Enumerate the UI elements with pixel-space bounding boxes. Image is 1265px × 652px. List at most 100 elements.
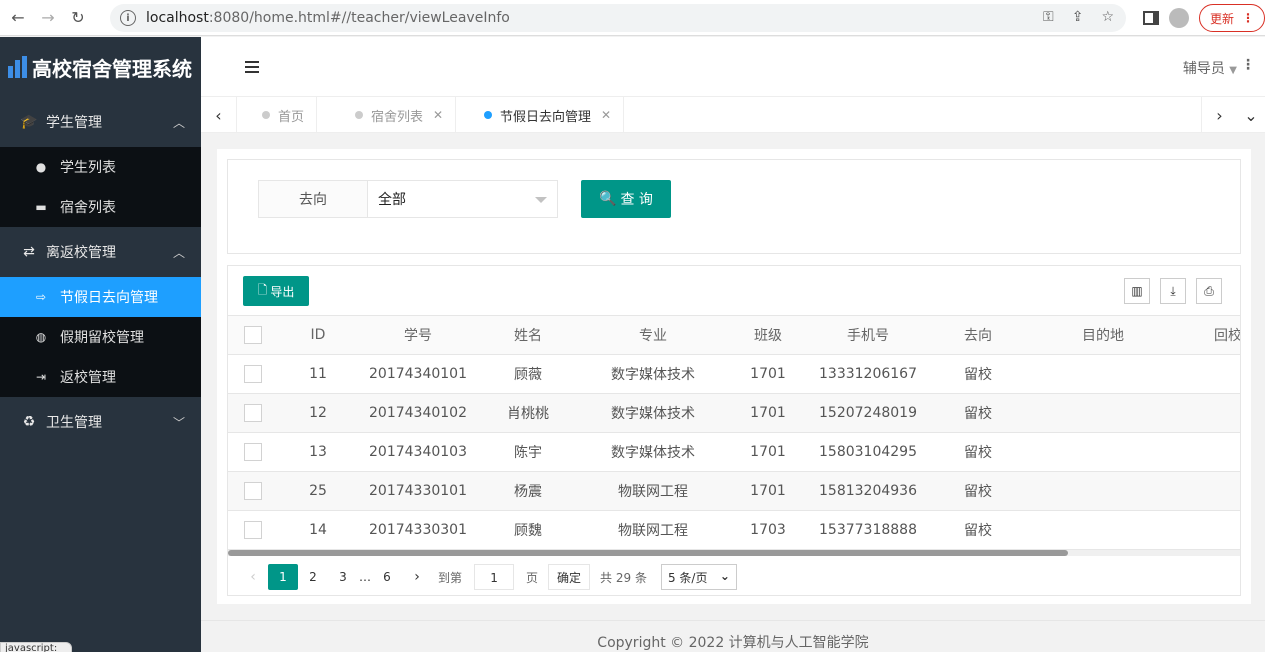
site-info-icon[interactable]: i: [120, 10, 136, 26]
page-button[interactable]: 1: [268, 564, 298, 590]
cell-major: 数字媒体技术: [611, 445, 695, 461]
row-checkbox[interactable]: [228, 365, 278, 383]
update-button[interactable]: 更新 ⋮: [1199, 4, 1265, 32]
total-count: 共 29 条: [600, 570, 647, 585]
column-header: 专业: [639, 328, 667, 344]
query-button[interactable]: 🔍 查 询: [581, 180, 671, 218]
sidebar-item-holiday-whereabouts[interactable]: ⇨ 节假日去向管理: [0, 277, 201, 317]
back-icon[interactable]: ←: [6, 6, 30, 30]
sign-in-icon: ⇥: [35, 370, 47, 384]
cell-destination: 留校: [964, 445, 992, 461]
menu-group-label: 离返校管理: [46, 245, 116, 261]
row-checkbox[interactable]: [228, 443, 278, 461]
row-checkbox[interactable]: [228, 482, 278, 500]
next-page-icon[interactable]: ›: [402, 564, 432, 590]
key-icon[interactable]: ⚿: [1043, 9, 1054, 25]
cell-student-no: 20174330101: [369, 483, 467, 499]
cell-id: 12: [309, 405, 327, 421]
cell-name: 顾薇: [514, 367, 542, 383]
menu-group-hygiene[interactable]: ♻ 卫生管理 ﹀: [0, 397, 201, 447]
close-icon[interactable]: ✕: [433, 108, 443, 122]
address-bar[interactable]: i localhost:8080/home.html#//teacher/vie…: [110, 4, 1126, 32]
print-icon[interactable]: ⎙: [1196, 278, 1222, 304]
collapse-menu-icon[interactable]: [245, 61, 259, 76]
confirm-button[interactable]: 确定: [548, 564, 591, 590]
page-button[interactable]: 3: [328, 564, 358, 590]
prev-page-icon[interactable]: ‹: [238, 564, 268, 590]
scrollbar-thumb[interactable]: [228, 550, 1068, 556]
user-menu[interactable]: 辅导员 ▼: [1183, 58, 1237, 78]
destination-select[interactable]: 全部: [368, 180, 558, 218]
cell-id: 25: [309, 483, 327, 499]
app-logo: 高校宿舍管理系统: [0, 37, 201, 97]
column-header: 回校: [1214, 328, 1241, 344]
search-icon: 🔍: [599, 191, 617, 207]
tab-scroll-right-icon[interactable]: ›: [1201, 97, 1237, 133]
sidebar-item-label: 宿舍列表: [60, 200, 116, 216]
sidebar-item-dorm-list[interactable]: ▬ 宿舍列表: [0, 187, 201, 227]
page-size-select[interactable]: 5 条/页 ⌄: [660, 564, 737, 590]
export-tray-icon[interactable]: ⤓: [1160, 278, 1186, 304]
row-checkbox[interactable]: [228, 404, 278, 422]
bed-icon: ▬: [35, 200, 47, 214]
reload-icon[interactable]: ↻: [66, 6, 90, 30]
submenu-leave: ⇨ 节假日去向管理 ◍ 假期留校管理 ⇥ 返校管理: [0, 277, 201, 397]
chevron-up-icon: ︿: [172, 116, 185, 130]
table-header-row: ID 学号 姓名 专业 班级 手机号 去向 目的地 回校: [228, 316, 1241, 355]
sidebar-item-label: 假期留校管理: [60, 330, 144, 346]
column-header: 目的地: [1082, 328, 1124, 344]
profile-avatar-icon[interactable]: [1169, 8, 1189, 28]
export-button[interactable]: 🗋 导出: [243, 276, 309, 306]
cell-student-no: 20174340101: [369, 366, 467, 382]
cell-class: 1701: [750, 483, 786, 499]
horizontal-scrollbar[interactable]: [228, 550, 1240, 556]
column-header: 去向: [964, 328, 992, 344]
cell-destination: 留校: [964, 484, 992, 500]
tab-dot: [262, 111, 270, 119]
page-button[interactable]: 6: [372, 564, 402, 590]
cell-id: 11: [309, 366, 327, 382]
tab-home[interactable]: 首页: [238, 97, 318, 133]
sidebar-item-student-list[interactable]: ● 学生列表: [0, 147, 201, 187]
tab-dot: [484, 111, 492, 119]
sidebar-item-label: 返校管理: [60, 370, 116, 386]
table-row[interactable]: 25 20174330101 杨震 物联网工程 1701 15813204936…: [228, 472, 1240, 511]
forward-icon[interactable]: →: [36, 6, 60, 30]
tab-scroll-left-icon[interactable]: ‹: [201, 97, 237, 133]
sidebar-item-holiday-stay[interactable]: ◍ 假期留校管理: [0, 317, 201, 357]
row-checkbox[interactable]: [228, 521, 278, 539]
goto-page-input[interactable]: 1: [474, 564, 515, 590]
cell-phone: 13331206167: [819, 366, 917, 382]
side-panel-icon[interactable]: [1143, 11, 1159, 25]
table-row[interactable]: 11 20174340101 顾薇 数字媒体技术 1701 1333120616…: [228, 355, 1240, 394]
tab-holiday-whereabouts[interactable]: 节假日去向管理 ✕: [460, 97, 625, 133]
menu-group-student[interactable]: 🎓 学生管理 ︿: [0, 97, 201, 147]
page-size-value: 5 条/页: [667, 570, 708, 585]
cell-name: 陈宇: [514, 445, 542, 461]
table-row[interactable]: 14 20174330301 顾魏 物联网工程 1703 15377318888…: [228, 511, 1240, 550]
chevron-down-icon: ⌄: [719, 569, 730, 583]
share-icon[interactable]: ⇪: [1072, 9, 1084, 25]
sign-out-icon: ⇨: [35, 290, 47, 304]
column-header: 手机号: [847, 328, 889, 344]
file-icon: 🗋: [257, 282, 268, 297]
tab-dorm-list[interactable]: 宿舍列表 ✕: [331, 97, 457, 133]
footer: Copyright © 2022 计算机与人工智能学院: [201, 620, 1265, 652]
tab-dropdown-icon[interactable]: ⌄: [1237, 97, 1265, 133]
pagination: ‹ 1 2 3 … 6 › 到第 1 页 确定 共 29 条 5 条/页 ⌄: [228, 558, 1240, 595]
globe-icon: ◍: [35, 330, 47, 344]
sidebar-item-label: 节假日去向管理: [60, 290, 158, 306]
sidebar-item-return[interactable]: ⇥ 返校管理: [0, 357, 201, 397]
page-button[interactable]: 2: [298, 564, 328, 590]
more-options-icon[interactable]: ⋮: [1241, 57, 1255, 73]
tab-bar: ‹ 首页 宿舍列表 ✕ 节假日去向管理 ✕ › ⌄: [201, 97, 1265, 133]
select-all-checkbox[interactable]: [228, 326, 278, 344]
export-label: 导出: [270, 284, 295, 299]
close-icon[interactable]: ✕: [601, 108, 611, 122]
table-row[interactable]: 13 20174340103 陈宇 数字媒体技术 1701 1580310429…: [228, 433, 1240, 472]
exchange-icon: ⇄: [23, 244, 35, 260]
menu-group-leave[interactable]: ⇄ 离返校管理 ︿: [0, 227, 201, 277]
columns-filter-icon[interactable]: ▥: [1124, 278, 1150, 304]
bookmark-star-icon[interactable]: ☆: [1101, 9, 1114, 25]
table-row[interactable]: 12 20174340102 肖桃桃 数字媒体技术 1701 152072480…: [228, 394, 1240, 433]
